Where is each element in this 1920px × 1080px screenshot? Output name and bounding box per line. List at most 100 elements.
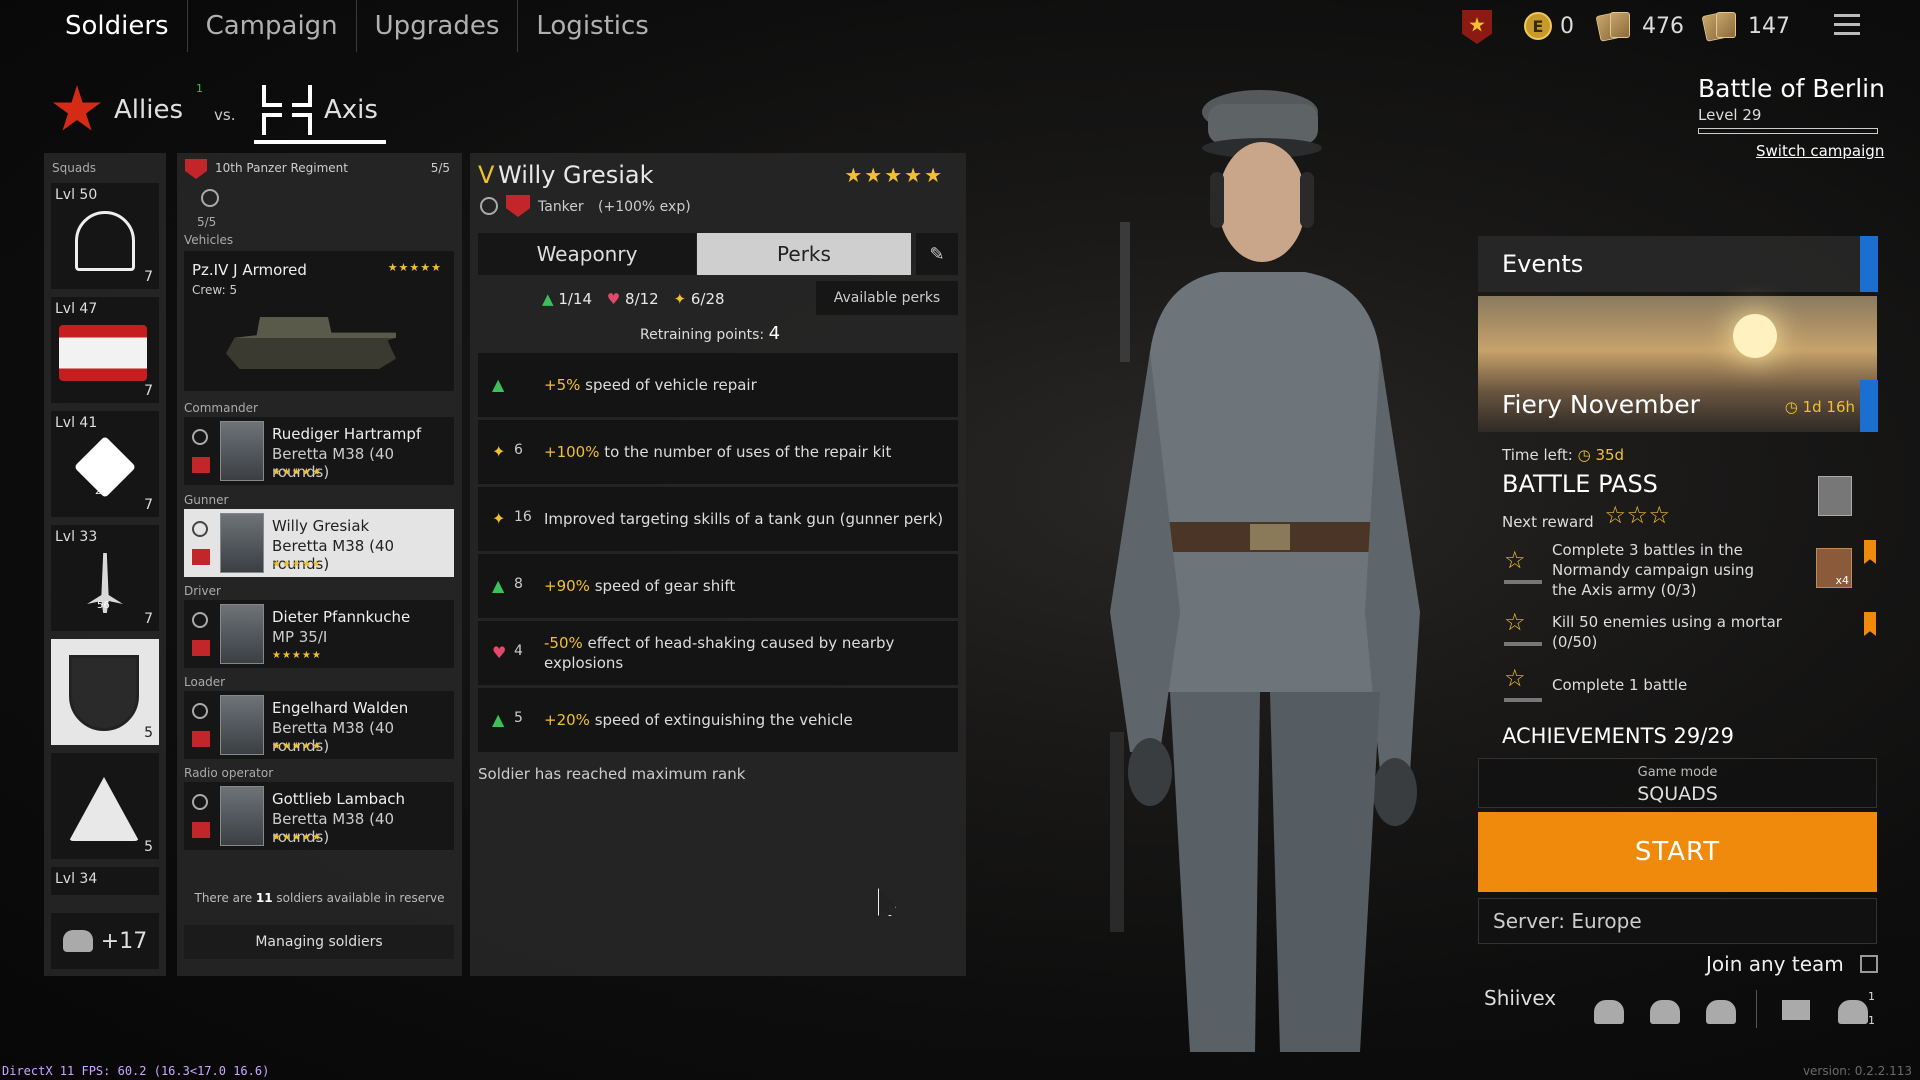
mobility-icon: ▲ xyxy=(492,710,505,729)
steering-wheel-icon xyxy=(192,429,208,445)
axis-active-underline xyxy=(254,140,386,144)
available-perks-button[interactable]: Available perks xyxy=(816,281,958,315)
add-friend-icon[interactable] xyxy=(1706,1000,1736,1024)
perk-row[interactable]: ✦ 6 +100% to the number of uses of the r… xyxy=(478,420,958,484)
menu-icon[interactable] xyxy=(1834,14,1860,36)
tab-perks[interactable]: Perks xyxy=(697,233,911,275)
regiment-name: 10th Panzer Regiment xyxy=(215,161,348,175)
gold-cards-balance[interactable]: 147 xyxy=(1700,8,1790,44)
switch-campaign-link[interactable]: Switch campaign xyxy=(1756,142,1884,160)
clock-icon: ◷ xyxy=(1784,398,1803,416)
perk-row[interactable]: ✦ 16 Improved targeting skills of a tank… xyxy=(478,487,958,551)
rank-chevron-icon xyxy=(192,457,210,473)
tank-image xyxy=(226,317,396,369)
bookmark-icon[interactable] xyxy=(1864,612,1876,636)
soldier-portrait xyxy=(220,513,264,573)
perk-row[interactable]: ♥ 4 -50% effect of head-shaking caused b… xyxy=(478,621,958,685)
add-friend-icon[interactable] xyxy=(1594,1000,1624,1024)
regiment-capacity: 5/5 xyxy=(430,161,450,175)
friends-count: 1 xyxy=(1868,990,1875,1003)
reward-portrait[interactable] xyxy=(1818,476,1852,516)
e-coin-icon: E xyxy=(1524,12,1552,40)
mail-icon[interactable] xyxy=(1782,1000,1810,1020)
achievements[interactable]: ACHIEVEMENTS 29/29 xyxy=(1502,724,1734,748)
sun-image xyxy=(1733,314,1777,358)
reward-item-icon[interactable]: x4 xyxy=(1816,548,1852,588)
soldier-name: Willy Gresiak xyxy=(498,161,654,189)
vehicles-label: Vehicles xyxy=(184,233,234,247)
perk-row[interactable]: ▲ +5% speed of vehicle repair xyxy=(478,353,958,417)
add-friend-icon[interactable] xyxy=(1650,1000,1680,1024)
task-text: Kill 50 enemies using a mortar (0/50) xyxy=(1552,613,1782,651)
squads-header: Squads xyxy=(52,161,97,175)
rank-chevron-icon xyxy=(192,640,210,656)
perk-row[interactable]: ▲ 8 +90% speed of gear shift xyxy=(478,554,958,618)
game-mode-selector[interactable]: Game mode SQUADS xyxy=(1478,758,1877,808)
faction-axis[interactable]: Axis xyxy=(262,80,378,140)
soldier-stars: ★★★★★ xyxy=(272,832,322,843)
vehicle-card[interactable]: Pz.IV J Armored ★★★★★ Crew: 5 xyxy=(184,251,454,391)
campaign-level-progress xyxy=(1698,128,1878,134)
faction-allies[interactable]: Allies xyxy=(52,80,183,140)
bookmark-icon[interactable] xyxy=(1864,540,1876,564)
squad-card[interactable]: Lvl 33 56 7 xyxy=(51,525,159,631)
silver-cards-balance[interactable]: 476 xyxy=(1594,8,1684,44)
join-any-team-checkbox[interactable] xyxy=(1860,955,1878,973)
tab-campaign[interactable]: Campaign xyxy=(186,0,356,52)
crew-member-row[interactable]: Engelhard Walden Beretta M38 (40 rounds)… xyxy=(184,691,454,759)
role-label: Radio operator xyxy=(184,766,274,780)
rank-badge-icon[interactable] xyxy=(1462,10,1492,44)
crew-member-row[interactable]: Dieter Pfannkuche MP 35/I ★★★★★ xyxy=(184,600,454,668)
squad-card[interactable]: Lvl 50 7 xyxy=(51,183,159,289)
star-outline-icon xyxy=(1648,501,1670,529)
soldier-portrait xyxy=(220,604,264,664)
events-header[interactable]: Events xyxy=(1478,236,1860,292)
crew-member-row[interactable]: Ruediger Hartrampf Beretta M38 (40 round… xyxy=(184,417,454,485)
events-marker xyxy=(1860,236,1878,292)
task-star-icon xyxy=(1504,664,1526,694)
server-selector[interactable]: Server: Europe xyxy=(1478,898,1877,944)
soldier-portrait xyxy=(220,786,264,846)
handling-icon: ✦ xyxy=(492,442,506,461)
perk-stats: ▲ 1/14 ♥ 8/12 ✦ 6/28 xyxy=(542,290,725,308)
star-outline-icon xyxy=(1604,501,1626,529)
join-any-team-label: Join any team xyxy=(1706,952,1844,976)
event-marker xyxy=(1860,380,1878,432)
tab-weaponry[interactable]: Weaponry xyxy=(478,233,696,275)
friends-icon[interactable] xyxy=(1838,1000,1868,1024)
role-label: Gunner xyxy=(184,493,229,507)
tab-soldiers[interactable]: Soldiers xyxy=(45,0,187,52)
soldier-portrait xyxy=(220,695,264,755)
squad-flag-icon xyxy=(59,325,147,381)
steering-wheel-icon xyxy=(480,197,498,215)
exp-bonus: (+100% exp) xyxy=(598,199,691,215)
event-card[interactable]: Fiery November ◷ 1d 16h xyxy=(1478,296,1877,432)
tab-logistics[interactable]: Logistics xyxy=(517,0,666,52)
edit-pencil-icon[interactable]: ✎ xyxy=(916,233,958,275)
squad-emblem-icon xyxy=(75,211,135,271)
rank-chevron-icon xyxy=(192,549,210,565)
squad-card[interactable]: Lvl 41 25 7 xyxy=(51,411,159,517)
mobility-icon: ▲ xyxy=(492,375,505,394)
squad-card[interactable]: Lvl 34 xyxy=(51,867,159,895)
start-button[interactable]: START xyxy=(1478,812,1877,892)
role-label: Driver xyxy=(184,584,221,598)
battle-pass-title[interactable]: BATTLE PASS xyxy=(1502,470,1658,498)
more-squads-button[interactable]: +17 xyxy=(51,913,159,969)
username[interactable]: Shiivex xyxy=(1484,986,1556,1010)
tab-upgrades[interactable]: Upgrades xyxy=(355,0,518,52)
rank-chevron-icon xyxy=(192,731,210,747)
e-coin-balance[interactable]: E 0 xyxy=(1524,8,1574,44)
crew-member-row[interactable]: Gottlieb Lambach Beretta M38 (40 rounds)… xyxy=(184,782,454,850)
squad-card[interactable]: Lvl 47 7 xyxy=(51,297,159,403)
squad-card-selected[interactable]: 5 xyxy=(51,639,159,745)
perk-row[interactable]: ▲ 5 +20% speed of extinguishing the vehi… xyxy=(478,688,958,752)
task-text: Complete 1 battle xyxy=(1552,676,1688,694)
crew-member-row-selected[interactable]: Willy Gresiak Beretta M38 (40 rounds) ★★… xyxy=(184,509,454,577)
soldier-class: Tanker xyxy=(538,199,584,215)
rank-chevron-icon xyxy=(192,822,210,838)
managing-soldiers-button[interactable]: Managing soldiers xyxy=(184,925,454,959)
group-icon xyxy=(62,930,93,952)
squad-card[interactable]: 5 xyxy=(51,753,159,859)
handling-icon: ✦ xyxy=(492,509,506,528)
